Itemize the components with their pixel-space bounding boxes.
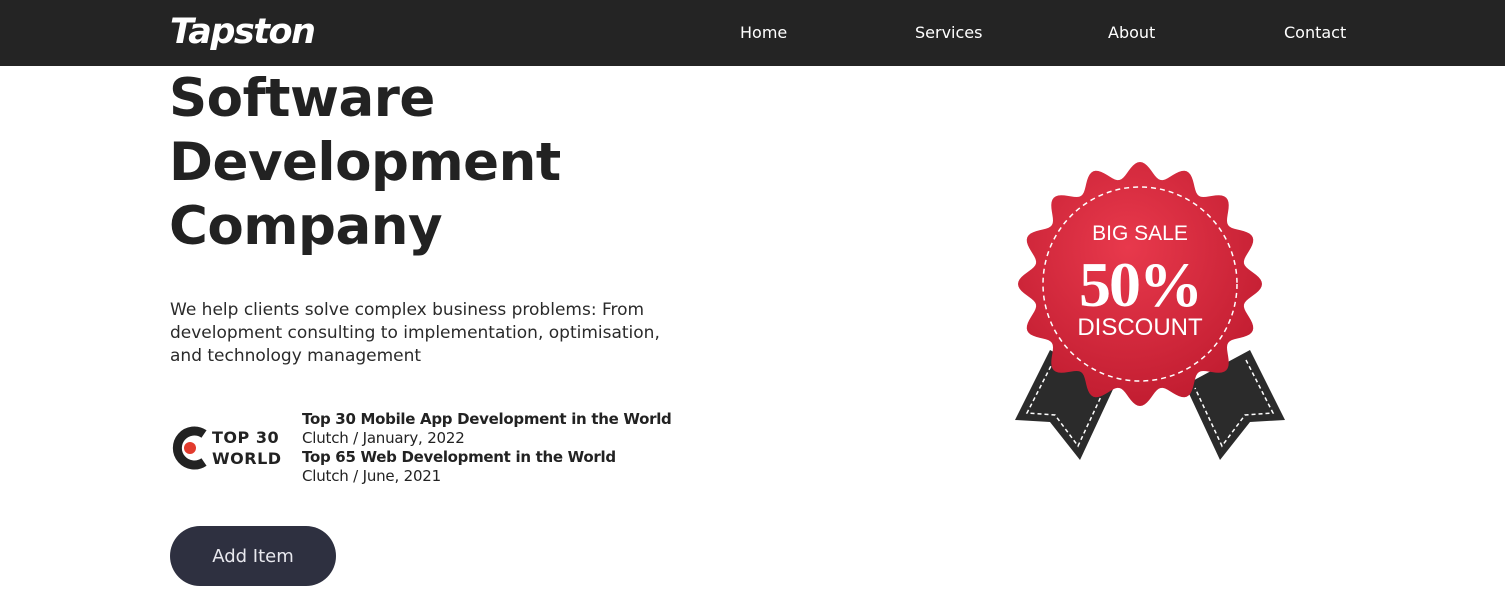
hero-title-line: Software xyxy=(169,68,435,129)
award-meta: Clutch / January, 2022 xyxy=(302,429,465,447)
nav-about-link[interactable]: About xyxy=(1108,22,1155,44)
hero-title-line: Company xyxy=(169,196,443,257)
award-item: Top 30 Mobile App Development in the Wor… xyxy=(302,410,672,448)
award-title: Top 30 Mobile App Development in the Wor… xyxy=(302,410,672,428)
clutch-award-logo: TOP 30 WORLD xyxy=(170,425,290,471)
badge-line1: BIG SALE xyxy=(1092,222,1188,245)
award-logo-text: TOP 30 WORLD xyxy=(212,427,282,469)
add-item-button[interactable]: Add Item xyxy=(170,526,336,586)
hero-title: Software Development Company xyxy=(169,67,729,259)
brand-logo[interactable]: Tapston xyxy=(170,11,316,53)
award-item: Top 65 Web Development in the World Clut… xyxy=(302,448,671,486)
nav-services-link[interactable]: Services xyxy=(915,22,982,44)
award-date: June, 2021 xyxy=(362,467,442,485)
nav-contact-link[interactable]: Contact xyxy=(1284,22,1346,44)
award-title: Top 65 Web Development in the World xyxy=(302,448,616,466)
top-navbar: Tapston Home Services About Contact xyxy=(0,0,1505,66)
hero-description: We help clients solve complex business p… xyxy=(170,300,660,366)
clutch-c-icon xyxy=(172,426,207,470)
award-source: Clutch xyxy=(302,429,349,447)
nav-home-link[interactable]: Home xyxy=(740,22,787,44)
badge-line2: 50% xyxy=(1079,249,1201,320)
award-logo-line1: TOP 30 xyxy=(212,428,280,447)
award-source: Clutch xyxy=(302,467,349,485)
badge-line3: DISCOUNT xyxy=(1077,314,1203,341)
hero-title-line: Development xyxy=(169,132,561,193)
award-meta: Clutch / June, 2021 xyxy=(302,467,442,485)
award-date: January, 2022 xyxy=(362,429,465,447)
award-logo-line2: WORLD xyxy=(212,449,282,468)
sale-badge-image: BIG SALE 50% DISCOUNT xyxy=(1015,162,1285,460)
awards-list: Top 30 Mobile App Development in the Wor… xyxy=(302,410,672,486)
